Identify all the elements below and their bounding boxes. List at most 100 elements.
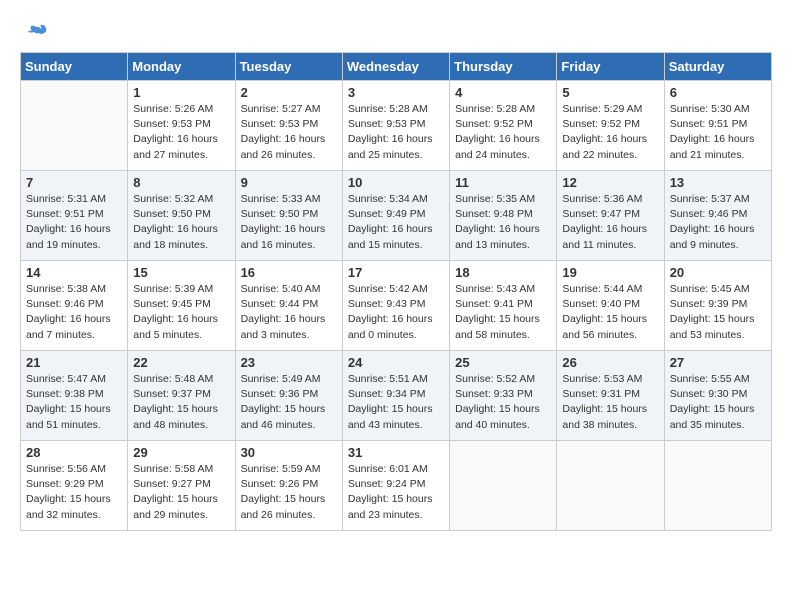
day-info: Sunrise: 5:39 AM Sunset: 9:45 PM Dayligh… <box>133 282 229 343</box>
day-number: 6 <box>670 85 766 100</box>
calendar-cell: 13Sunrise: 5:37 AM Sunset: 9:46 PM Dayli… <box>664 171 771 261</box>
day-info: Sunrise: 5:42 AM Sunset: 9:43 PM Dayligh… <box>348 282 444 343</box>
calendar-cell: 14 Sunrise: 5:38 AM Sunset: 9:46 PM Dayli… <box>21 261 128 351</box>
day-number: 19 <box>562 265 658 280</box>
day-number: 26 <box>562 355 658 370</box>
day-info: Sunrise: 5:43 AM Sunset: 9:41 PM Dayligh… <box>455 282 551 343</box>
day-number: 31 <box>348 445 444 460</box>
day-number: 4 <box>455 85 551 100</box>
day-info: Sunrise: 5:28 AM Sunset: 9:53 PM Dayligh… <box>348 102 444 163</box>
day-info: Sunrise: 5:48 AM Sunset: 9:37 PM Dayligh… <box>133 372 229 433</box>
logo <box>20 20 50 44</box>
day-info: Sunrise: 5:40 AM Sunset: 9:44 PM Dayligh… <box>241 282 337 343</box>
calendar-cell: 3 Sunrise: 5:28 AM Sunset: 9:53 PM Daylig… <box>342 81 449 171</box>
weekday-header-sunday: Sunday <box>21 53 128 81</box>
calendar-cell <box>21 81 128 171</box>
weekday-header-tuesday: Tuesday <box>235 53 342 81</box>
calendar-cell <box>557 441 664 531</box>
day-number: 20 <box>670 265 766 280</box>
day-info: Sunrise: 5:56 AM Sunset: 9:29 PM Dayligh… <box>26 462 122 523</box>
day-info: Sunrise: 5:32 AM Sunset: 9:50 PM Dayligh… <box>133 192 229 253</box>
weekday-header-wednesday: Wednesday <box>342 53 449 81</box>
day-number: 10 <box>348 175 444 190</box>
calendar-cell: 27 Sunrise: 5:55 AM Sunset: 9:30 PM Dayli… <box>664 351 771 441</box>
day-info: Sunrise: 5:29 AM Sunset: 9:52 PM Dayligh… <box>562 102 658 163</box>
calendar-cell: 21Sunrise: 5:47 AM Sunset: 9:38 PM Dayli… <box>21 351 128 441</box>
day-info: Sunrise: 5:33 AM Sunset: 9:50 PM Dayligh… <box>241 192 337 253</box>
calendar-cell: 8 Sunrise: 5:32 AM Sunset: 9:50 PM Daylig… <box>128 171 235 261</box>
day-info: Sunrise: 5:51 AM Sunset: 9:34 PM Dayligh… <box>348 372 444 433</box>
day-info: Sunrise: 5:45 AM Sunset: 9:39 PM Dayligh… <box>670 282 766 343</box>
day-info: Sunrise: 5:44 AM Sunset: 9:40 PM Dayligh… <box>562 282 658 343</box>
calendar-week-row: 7 Sunrise: 5:31 AM Sunset: 9:51 PM Daylig… <box>21 171 772 261</box>
calendar-cell: 1 Sunrise: 5:26 AM Sunset: 9:53 PM Daylig… <box>128 81 235 171</box>
day-info: Sunrise: 5:27 AM Sunset: 9:53 PM Dayligh… <box>241 102 337 163</box>
day-number: 18 <box>455 265 551 280</box>
day-number: 9 <box>241 175 337 190</box>
day-info: Sunrise: 5:31 AM Sunset: 9:51 PM Dayligh… <box>26 192 122 253</box>
day-info: Sunrise: 5:59 AM Sunset: 9:26 PM Dayligh… <box>241 462 337 523</box>
day-number: 22 <box>133 355 229 370</box>
day-number: 3 <box>348 85 444 100</box>
day-number: 5 <box>562 85 658 100</box>
calendar-cell: 25Sunrise: 5:52 AM Sunset: 9:33 PM Dayli… <box>450 351 557 441</box>
calendar-cell: 2 Sunrise: 5:27 AM Sunset: 9:53 PM Daylig… <box>235 81 342 171</box>
day-number: 2 <box>241 85 337 100</box>
day-info: Sunrise: 5:28 AM Sunset: 9:52 PM Dayligh… <box>455 102 551 163</box>
day-number: 30 <box>241 445 337 460</box>
day-info: Sunrise: 5:35 AM Sunset: 9:48 PM Dayligh… <box>455 192 551 253</box>
day-number: 15 <box>133 265 229 280</box>
day-info: Sunrise: 5:53 AM Sunset: 9:31 PM Dayligh… <box>562 372 658 433</box>
calendar-cell <box>664 441 771 531</box>
weekday-header-row: SundayMondayTuesdayWednesdayThursdayFrid… <box>21 53 772 81</box>
calendar-cell: 17Sunrise: 5:42 AM Sunset: 9:43 PM Dayli… <box>342 261 449 351</box>
calendar-cell: 5 Sunrise: 5:29 AM Sunset: 9:52 PM Daylig… <box>557 81 664 171</box>
calendar-cell <box>450 441 557 531</box>
calendar-cell: 18 Sunrise: 5:43 AM Sunset: 9:41 PM Dayli… <box>450 261 557 351</box>
day-number: 12 <box>562 175 658 190</box>
calendar-week-row: 14 Sunrise: 5:38 AM Sunset: 9:46 PM Dayli… <box>21 261 772 351</box>
weekday-header-monday: Monday <box>128 53 235 81</box>
day-info: Sunrise: 5:52 AM Sunset: 9:33 PM Dayligh… <box>455 372 551 433</box>
day-number: 27 <box>670 355 766 370</box>
calendar-cell: 19 Sunrise: 5:44 AM Sunset: 9:40 PM Dayli… <box>557 261 664 351</box>
calendar-week-row: 21Sunrise: 5:47 AM Sunset: 9:38 PM Dayli… <box>21 351 772 441</box>
day-number: 14 <box>26 265 122 280</box>
header <box>20 20 772 44</box>
day-number: 1 <box>133 85 229 100</box>
day-number: 8 <box>133 175 229 190</box>
day-info: Sunrise: 5:58 AM Sunset: 9:27 PM Dayligh… <box>133 462 229 523</box>
calendar-cell: 4 Sunrise: 5:28 AM Sunset: 9:52 PM Daylig… <box>450 81 557 171</box>
logo-bird-icon <box>26 20 50 44</box>
day-info: Sunrise: 5:38 AM Sunset: 9:46 PM Dayligh… <box>26 282 122 343</box>
calendar-cell: 20 Sunrise: 5:45 AM Sunset: 9:39 PM Dayli… <box>664 261 771 351</box>
day-number: 29 <box>133 445 229 460</box>
day-info: Sunrise: 5:26 AM Sunset: 9:53 PM Dayligh… <box>133 102 229 163</box>
day-number: 23 <box>241 355 337 370</box>
calendar-week-row: 1 Sunrise: 5:26 AM Sunset: 9:53 PM Daylig… <box>21 81 772 171</box>
calendar-cell: 16 Sunrise: 5:40 AM Sunset: 9:44 PM Dayli… <box>235 261 342 351</box>
calendar-table: SundayMondayTuesdayWednesdayThursdayFrid… <box>20 52 772 531</box>
calendar-cell: 7 Sunrise: 5:31 AM Sunset: 9:51 PM Daylig… <box>21 171 128 261</box>
day-number: 7 <box>26 175 122 190</box>
calendar-cell: 9 Sunrise: 5:33 AM Sunset: 9:50 PM Daylig… <box>235 171 342 261</box>
calendar-cell: 6Sunrise: 5:30 AM Sunset: 9:51 PM Daylig… <box>664 81 771 171</box>
day-info: Sunrise: 5:34 AM Sunset: 9:49 PM Dayligh… <box>348 192 444 253</box>
calendar-cell: 24Sunrise: 5:51 AM Sunset: 9:34 PM Dayli… <box>342 351 449 441</box>
weekday-header-thursday: Thursday <box>450 53 557 81</box>
day-info: Sunrise: 5:55 AM Sunset: 9:30 PM Dayligh… <box>670 372 766 433</box>
calendar-cell: 29 Sunrise: 5:58 AM Sunset: 9:27 PM Dayli… <box>128 441 235 531</box>
calendar-cell: 30 Sunrise: 5:59 AM Sunset: 9:26 PM Dayli… <box>235 441 342 531</box>
calendar-cell: 28 Sunrise: 5:56 AM Sunset: 9:29 PM Dayli… <box>21 441 128 531</box>
day-info: Sunrise: 5:36 AM Sunset: 9:47 PM Dayligh… <box>562 192 658 253</box>
calendar-cell: 22 Sunrise: 5:48 AM Sunset: 9:37 PM Dayli… <box>128 351 235 441</box>
calendar-cell: 23 Sunrise: 5:49 AM Sunset: 9:36 PM Dayli… <box>235 351 342 441</box>
day-info: Sunrise: 5:49 AM Sunset: 9:36 PM Dayligh… <box>241 372 337 433</box>
day-number: 28 <box>26 445 122 460</box>
calendar-week-row: 28 Sunrise: 5:56 AM Sunset: 9:29 PM Dayli… <box>21 441 772 531</box>
day-number: 13 <box>670 175 766 190</box>
weekday-header-saturday: Saturday <box>664 53 771 81</box>
calendar-cell: 15 Sunrise: 5:39 AM Sunset: 9:45 PM Dayli… <box>128 261 235 351</box>
day-number: 16 <box>241 265 337 280</box>
day-number: 11 <box>455 175 551 190</box>
